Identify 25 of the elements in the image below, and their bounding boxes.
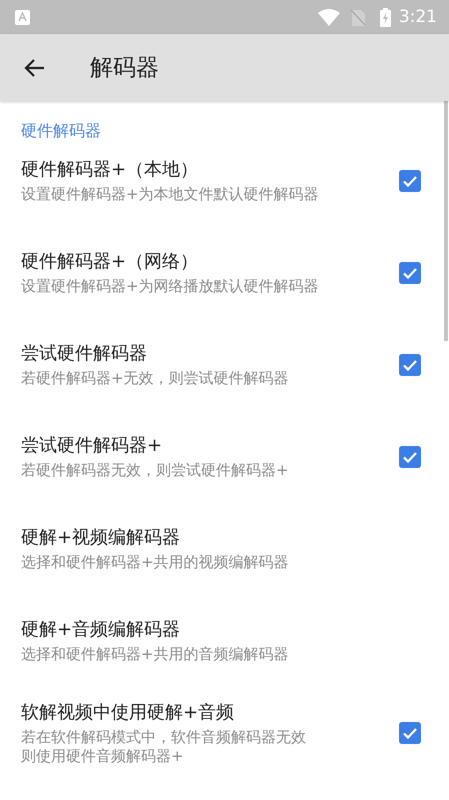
setting-summary: 若硬件解码器无效，则尝试硬件解码器+ (21, 461, 290, 481)
setting-title[interactable]: 硬解+音频编解码器 (21, 617, 421, 642)
setting-summary: 选择和硬件解码器+共用的视频编解码器 (21, 553, 290, 573)
setting-summary: 设置硬件解码器+为本地文件默认硬件解码器 (21, 185, 320, 205)
setting-title[interactable]: 硬件解码器+（网络） (21, 249, 399, 274)
wifi-icon (318, 8, 340, 26)
no-sim-icon (350, 8, 366, 26)
setting-summary: 选择和硬件解码器+共用的音频编解码器 (21, 645, 290, 665)
setting-title[interactable]: 尝试硬件解码器+ (21, 433, 399, 458)
setting-title[interactable]: 硬解+视频编解码器 (21, 525, 421, 550)
battery-charging-icon (380, 8, 391, 26)
checkbox[interactable] (399, 354, 421, 376)
setting-summary: 设置硬件解码器+为网络播放默认硬件解码器 (21, 277, 320, 297)
setting-summary: 若硬件解码器+无效，则尝试硬件解码器 (21, 369, 290, 389)
setting-summary: 若在软件解码模式中，软件音频解码器无效则使用硬件音频解码器+ (21, 728, 307, 766)
setting-title[interactable]: 尝试硬件解码器 (21, 341, 399, 366)
checkbox[interactable] (399, 446, 421, 468)
clock-time: 3:21 (398, 7, 437, 27)
page-title: 解码器 (90, 54, 159, 83)
checkbox[interactable] (399, 170, 421, 192)
setting-title[interactable]: 软解视频中使用硬解+音频 (21, 700, 399, 724)
notification-icon (15, 10, 30, 24)
setting-title[interactable]: 硬件解码器+（本地） (21, 157, 399, 182)
checkbox[interactable] (399, 262, 421, 284)
checkbox[interactable] (399, 722, 421, 744)
